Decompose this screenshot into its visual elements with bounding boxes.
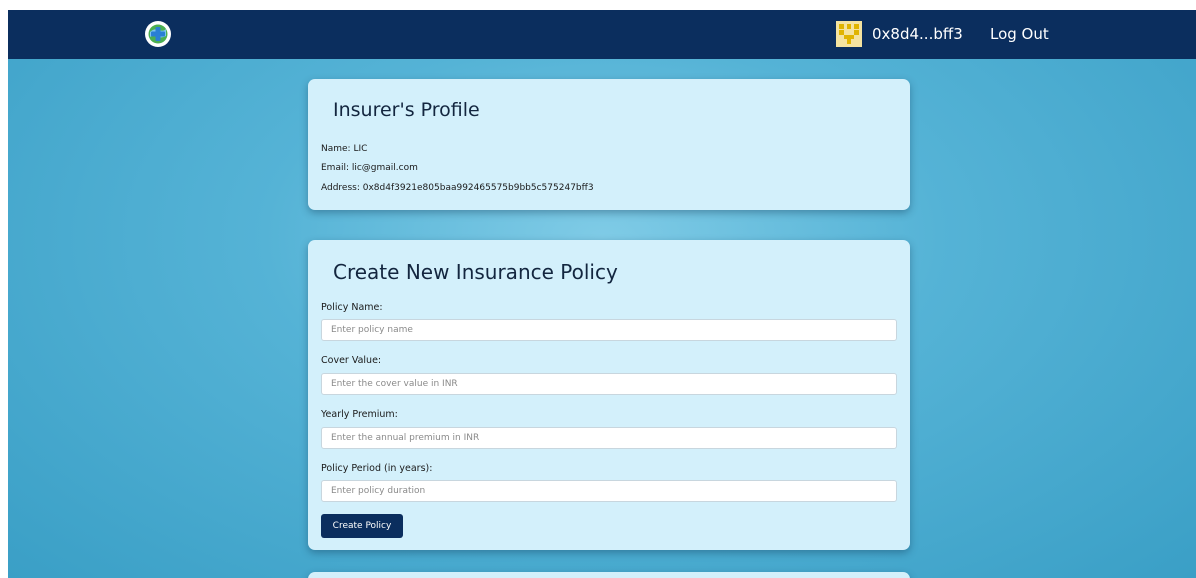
policy-form-title: Create New Insurance Policy	[333, 260, 618, 284]
yearly-premium-label: Yearly Premium:	[321, 409, 398, 420]
logout-button[interactable]: Log Out	[990, 23, 1049, 45]
next-card-partial	[308, 572, 910, 578]
create-policy-button[interactable]: Create Policy	[321, 514, 403, 538]
cover-value-label: Cover Value:	[321, 355, 382, 366]
insurer-profile-card: Insurer's Profile Name: LIC Email: lic@g…	[308, 79, 910, 210]
app-frame: 0x8d4...bff3 Log Out Insurer's Profile N…	[8, 10, 1196, 578]
identicon-avatar	[836, 21, 862, 47]
cover-value-input[interactable]	[321, 373, 897, 395]
wallet-address: 0x8d4...bff3	[872, 25, 963, 43]
yearly-premium-input[interactable]	[321, 427, 897, 449]
policy-name-label: Policy Name:	[321, 302, 383, 313]
create-policy-card: Create New Insurance Policy Policy Name:…	[308, 240, 910, 550]
profile-address: Address: 0x8d4f3921e805baa992465575b9bb5…	[321, 183, 594, 193]
policy-name-input[interactable]	[321, 319, 897, 341]
profile-title: Insurer's Profile	[333, 99, 480, 121]
medical-cross-globe-icon[interactable]	[144, 20, 172, 48]
policy-period-label: Policy Period (in years):	[321, 463, 433, 474]
profile-email: Email: lic@gmail.com	[321, 163, 418, 173]
profile-name: Name: LIC	[321, 144, 368, 154]
policy-period-input[interactable]	[321, 480, 897, 502]
top-navbar: 0x8d4...bff3 Log Out	[8, 10, 1196, 59]
